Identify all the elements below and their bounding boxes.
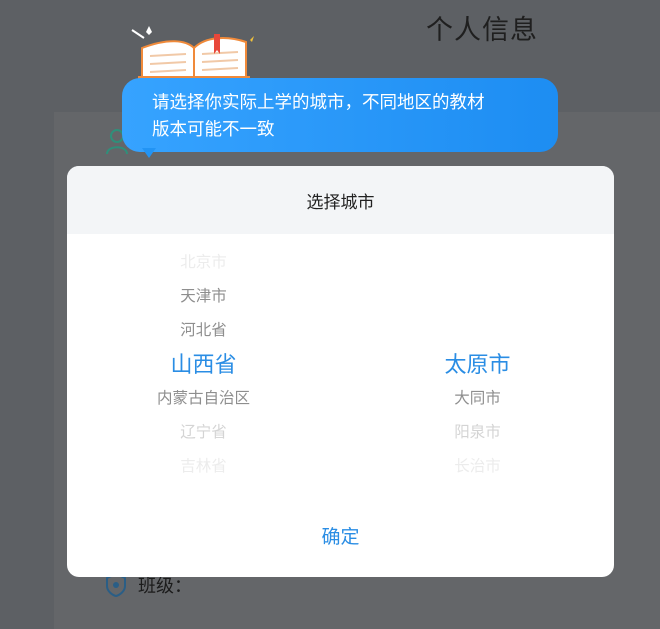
city-option-selected[interactable]: 太原市 bbox=[341, 347, 614, 379]
city-option[interactable]: 长治市 bbox=[341, 454, 614, 476]
confirm-button[interactable]: 确定 bbox=[67, 522, 614, 549]
tooltip-line-2: 版本可能不一致 bbox=[152, 120, 275, 140]
city-hint-tooltip: 请选择你实际上学的城市，不同地区的教材 版本可能不一致 bbox=[122, 78, 558, 152]
tooltip-line-1: 请选择你实际上学的城市，不同地区的教材 bbox=[152, 93, 485, 113]
province-option[interactable]: 北京市 bbox=[67, 250, 340, 272]
city-picker[interactable]: 北京市 天津市 河北省 山西省 内蒙古自治区 辽宁省 吉林省 太原市 大同市 阳… bbox=[67, 234, 614, 492]
city-picker-dialog: 选择城市 北京市 天津市 河北省 山西省 内蒙古自治区 辽宁省 吉林省 太原市 … bbox=[67, 166, 614, 577]
province-option[interactable]: 吉林省 bbox=[67, 454, 340, 476]
dialog-title: 选择城市 bbox=[306, 192, 375, 213]
city-option[interactable]: 大同市 bbox=[341, 386, 614, 408]
tooltip-tail bbox=[142, 148, 156, 158]
province-option[interactable]: 辽宁省 bbox=[67, 420, 340, 442]
province-option[interactable]: 天津市 bbox=[67, 284, 340, 306]
province-option[interactable]: 河北省 bbox=[67, 318, 340, 340]
dialog-header: 选择城市 bbox=[67, 166, 614, 234]
city-option[interactable]: 阳泉市 bbox=[341, 420, 614, 442]
page-title: 个人信息 bbox=[426, 15, 538, 46]
province-option[interactable]: 内蒙古自治区 bbox=[67, 386, 340, 408]
province-option-selected[interactable]: 山西省 bbox=[67, 347, 340, 379]
